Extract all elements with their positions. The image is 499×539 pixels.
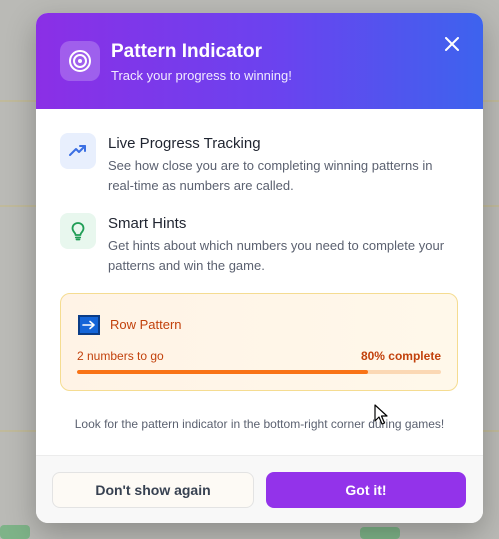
feature-live-progress: Live Progress Tracking See how close you…: [60, 133, 458, 196]
modal-footer: Don't show again Got it!: [36, 455, 483, 523]
lightbulb-icon: [60, 213, 96, 249]
feature-smart-hints: Smart Hints Get hints about which number…: [60, 213, 458, 276]
progress-bar: [77, 370, 441, 374]
feature-title: Live Progress Tracking: [108, 135, 261, 152]
percent-complete: 80% complete: [360, 349, 441, 363]
close-icon: [445, 37, 459, 51]
arrow-right-icon: [78, 315, 100, 335]
close-button[interactable]: [443, 35, 461, 53]
pattern-preview-card: Row Pattern 2 numbers to go 80% complete: [60, 293, 458, 391]
dont-show-again-button[interactable]: Don't show again: [52, 472, 254, 508]
mouse-cursor-icon: [374, 404, 388, 425]
got-it-button[interactable]: Got it!: [266, 472, 466, 508]
modal-title: Pattern Indicator: [111, 41, 262, 62]
feature-title: Smart Hints: [108, 215, 187, 232]
numbers-remaining: 2 numbers to go: [77, 349, 164, 363]
modal-header: Pattern Indicator Track your progress to…: [36, 13, 483, 109]
target-icon: [60, 41, 100, 81]
hint-text: Look for the pattern indicator in the bo…: [74, 417, 445, 431]
feature-description: See how close you are to completing winn…: [108, 158, 433, 193]
pattern-title: Row Pattern: [110, 317, 182, 332]
feature-description: Get hints about which numbers you need t…: [108, 238, 445, 273]
trending-up-icon: [60, 133, 96, 169]
pattern-indicator-modal: Pattern Indicator Track your progress to…: [36, 13, 483, 523]
progress-bar-fill: [77, 370, 369, 374]
modal-subtitle: Track your progress to winning!: [111, 68, 292, 83]
